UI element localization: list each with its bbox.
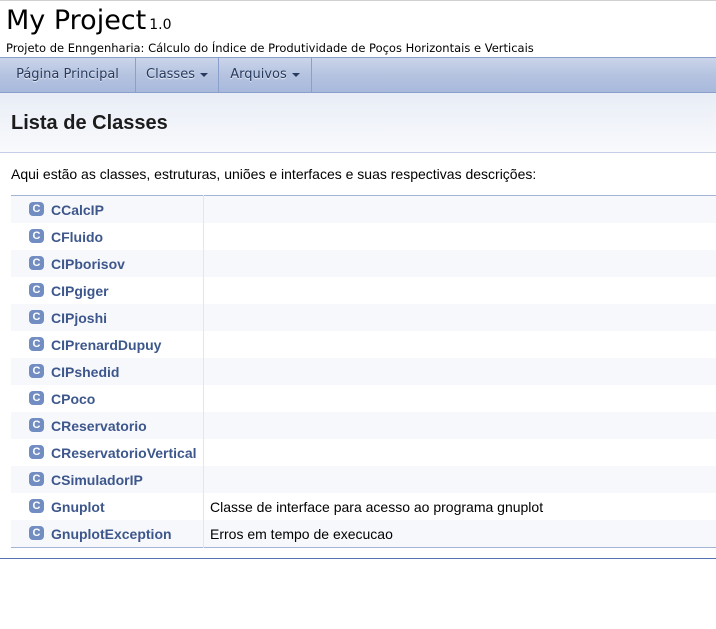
page-header: Lista de Classes — [0, 93, 716, 153]
class-entry-cell: C CIPshedid — [11, 358, 204, 385]
title-area: My Project 1.0 Projeto de Enngenharia: Cá… — [0, 1, 716, 57]
class-row: C CReservatorio — [11, 412, 716, 439]
class-entry-cell: C GnuplotException — [11, 520, 204, 548]
class-c-icon: C — [29, 472, 44, 487]
page-title: Lista de Classes — [11, 112, 168, 134]
class-c-icon: C — [29, 229, 44, 244]
class-row: C CPoco — [11, 385, 716, 412]
class-c-icon: C — [29, 256, 44, 271]
class-row: C CIPrenardDupuy — [11, 331, 716, 358]
class-c-icon: C — [29, 418, 44, 433]
class-description — [204, 439, 716, 466]
class-description — [204, 250, 716, 277]
class-description: Erros em tempo de execucao — [210, 525, 393, 542]
caret-down-icon — [199, 72, 208, 77]
class-row: C GnuplotException Erros em tempo de execu… — [11, 520, 716, 548]
class-link[interactable]: CReservatorio — [51, 417, 147, 433]
class-row: C CIPshedid — [11, 358, 716, 385]
class-link[interactable]: CIPborisov — [51, 255, 125, 271]
class-c-icon: C — [29, 337, 44, 352]
nav-item-label: Arquivos — [230, 67, 287, 82]
class-row: C CIPborisov — [11, 250, 716, 277]
class-c-icon: C — [29, 283, 44, 298]
class-list-body: C CCalcIP C CFluido C CIPborisov C CIPgiger C CIP… — [11, 195, 716, 548]
class-description — [204, 358, 716, 385]
main-nav: Página Principal Classes Arquivos — [0, 57, 716, 93]
project-name: My Project 1.0 — [6, 5, 172, 36]
class-c-icon: C — [29, 391, 44, 406]
class-description — [204, 223, 716, 250]
class-entry-cell: C CIPjoshi — [11, 304, 204, 331]
class-link[interactable]: CSimuladorIP — [51, 471, 143, 487]
class-entry-cell: C Gnuplot — [11, 493, 204, 520]
class-c-icon: C — [29, 310, 44, 325]
class-c-icon: C — [29, 526, 44, 541]
class-entry-cell: C CCalcIP — [11, 195, 204, 223]
class-link[interactable]: CCalcIP — [51, 201, 104, 217]
class-link[interactable]: CPoco — [51, 390, 95, 406]
class-row: C CIPgiger — [11, 277, 716, 304]
project-name-text: My Project — [6, 5, 147, 36]
class-description — [204, 412, 716, 439]
class-c-icon: C — [29, 499, 44, 514]
class-link[interactable]: CReservatorioVertical — [51, 444, 197, 460]
class-row: C CFluido — [11, 223, 716, 250]
class-row: C Gnuplot Classe de interface para acesso … — [11, 493, 716, 520]
class-row: C CReservatorioVertical — [11, 439, 716, 466]
class-description — [204, 466, 716, 493]
class-link[interactable]: CIPgiger — [51, 282, 109, 298]
class-entry-cell: C CPoco — [11, 385, 204, 412]
class-link[interactable]: CIPrenardDupuy — [51, 336, 161, 352]
intro-text: Aqui estão as classes, estruturas, uniõe… — [11, 166, 537, 182]
class-entry-cell: C CIPgiger — [11, 277, 204, 304]
class-c-icon: C — [29, 364, 44, 379]
class-link[interactable]: CIPjoshi — [51, 309, 107, 325]
class-c-icon: C — [29, 445, 44, 460]
nav-item-files[interactable]: Arquivos — [219, 58, 312, 92]
class-entry-cell: C CReservatorioVertical — [11, 439, 204, 466]
class-entry-cell: C CReservatorio — [11, 412, 204, 439]
class-description — [204, 385, 716, 412]
nav-item-label: Classes — [146, 67, 195, 82]
class-description — [204, 196, 716, 224]
nav-item-classes[interactable]: Classes — [136, 58, 219, 92]
class-entry-cell: C CIPborisov — [11, 250, 204, 277]
class-description — [204, 331, 716, 358]
nav-item-label: Página Principal — [16, 67, 119, 82]
class-row: C CIPjoshi — [11, 304, 716, 331]
caret-down-icon — [291, 72, 300, 77]
class-description — [204, 304, 716, 331]
class-description: Classe de interface para acesso ao progr… — [210, 498, 544, 515]
class-entry-cell: C CFluido — [11, 223, 204, 250]
class-entry-cell: C CSimuladorIP — [11, 466, 204, 493]
nav-item-main-page[interactable]: Página Principal — [0, 58, 136, 92]
class-entry-cell: C CIPrenardDupuy — [11, 331, 204, 358]
class-c-icon: C — [29, 202, 44, 217]
class-list-table: C CCalcIP C CFluido C CIPborisov C CIPgiger C CIP… — [11, 195, 716, 548]
class-row: C CSimuladorIP — [11, 466, 716, 493]
class-link[interactable]: CIPshedid — [51, 363, 119, 379]
class-link[interactable]: Gnuplot — [51, 498, 105, 514]
class-link[interactable]: GnuplotException — [51, 525, 172, 541]
class-link[interactable]: CFluido — [51, 228, 103, 244]
class-description — [204, 277, 716, 304]
project-brief: Projeto de Enngenharia: Cálculo do Índic… — [6, 41, 534, 55]
class-row: C CCalcIP — [11, 195, 716, 224]
project-number: 1.0 — [149, 17, 172, 33]
footer-rule — [0, 558, 716, 559]
